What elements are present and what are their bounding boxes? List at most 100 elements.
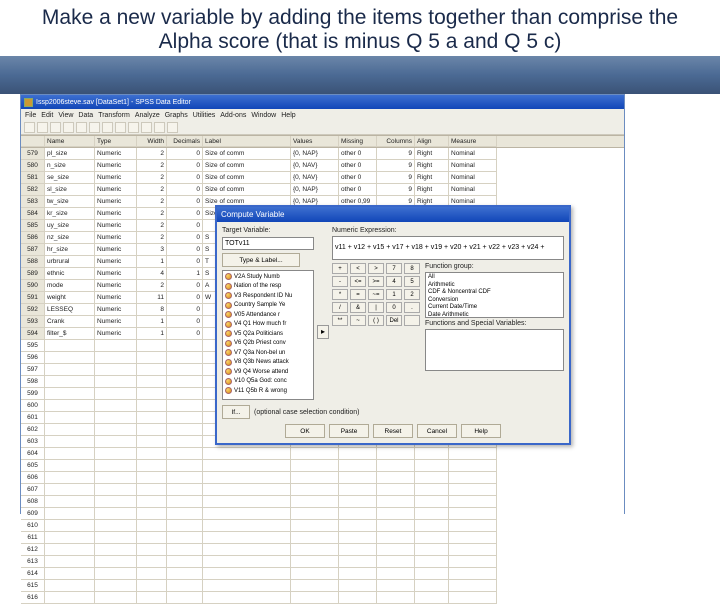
table-row[interactable]: 611 (21, 532, 624, 544)
cell-width[interactable]: 2 (137, 280, 167, 292)
cell-type[interactable]: Numeric (95, 208, 137, 220)
function-group-item[interactable]: Arithmetic (428, 282, 561, 290)
cell-name[interactable]: LESSEQ (45, 304, 95, 316)
keypad-button[interactable]: <= (350, 276, 366, 287)
keypad-button[interactable]: * (332, 289, 348, 300)
cell-measure[interactable]: Nominal (449, 172, 497, 184)
help-button[interactable]: Help (461, 424, 501, 438)
keypad-button[interactable]: 2 (404, 289, 420, 300)
numeric-expression-field[interactable]: v11 + v12 + v15 + v17 + v18 + v19 + v20 … (332, 236, 564, 260)
toolbar-button[interactable] (50, 122, 61, 133)
table-row[interactable]: 610 (21, 520, 624, 532)
cell-name[interactable]: ethnic (45, 268, 95, 280)
keypad-button[interactable]: 0 (386, 302, 402, 313)
cell-name[interactable]: uy_size (45, 220, 95, 232)
col-missing[interactable]: Missing (339, 136, 377, 147)
keypad-button[interactable]: > (368, 263, 384, 274)
cell-name[interactable]: se_size (45, 172, 95, 184)
cell-width[interactable]: 1 (137, 256, 167, 268)
col-name[interactable]: Name (45, 136, 95, 147)
menu-graphs[interactable]: Graphs (165, 112, 188, 119)
function-group-item[interactable]: Date Arithmetic (428, 312, 561, 319)
menu-edit[interactable]: Edit (41, 112, 53, 119)
toolbar-button[interactable] (89, 122, 100, 133)
cell-width[interactable]: 3 (137, 244, 167, 256)
cell-decimals[interactable]: 0 (167, 292, 203, 304)
cell-decimals[interactable]: 0 (167, 196, 203, 208)
toolbar-button[interactable] (128, 122, 139, 133)
keypad-button[interactable]: . (404, 302, 420, 313)
cell-label[interactable]: Size of comm (203, 160, 291, 172)
cell-measure[interactable]: Nominal (449, 160, 497, 172)
cell-type[interactable]: Numeric (95, 160, 137, 172)
cell-name[interactable]: n_size (45, 160, 95, 172)
cell-missing[interactable]: other 0 (339, 160, 377, 172)
table-row[interactable]: 608 (21, 496, 624, 508)
table-row[interactable]: 609 (21, 508, 624, 520)
menu-help[interactable]: Help (281, 112, 295, 119)
table-row[interactable]: 604 (21, 448, 624, 460)
table-row[interactable]: 616 (21, 592, 624, 604)
keypad-button[interactable]: Del (386, 315, 402, 326)
cell-width[interactable]: 1 (137, 328, 167, 340)
cell-decimals[interactable]: 0 (167, 172, 203, 184)
cell-type[interactable]: Numeric (95, 220, 137, 232)
col-width[interactable]: Width (137, 136, 167, 147)
keypad-button[interactable]: 4 (386, 276, 402, 287)
variable-item[interactable]: V4 Q1 How much fr (223, 320, 313, 330)
toolbar-button[interactable] (141, 122, 152, 133)
cell-measure[interactable]: Nominal (449, 148, 497, 160)
keypad-button[interactable]: - (332, 276, 348, 287)
variable-item[interactable]: V6 Q2b Priest conv (223, 339, 313, 349)
col-columns[interactable]: Columns (377, 136, 415, 147)
cell-decimals[interactable]: 0 (167, 304, 203, 316)
cell-decimals[interactable]: 0 (167, 160, 203, 172)
cell-missing[interactable]: other 0 (339, 148, 377, 160)
cell-width[interactable]: 2 (137, 172, 167, 184)
functions-special-list[interactable] (425, 329, 564, 371)
col-decimals[interactable]: Decimals (167, 136, 203, 147)
cell-name[interactable]: mode (45, 280, 95, 292)
table-row[interactable]: 615 (21, 580, 624, 592)
cell-width[interactable]: 2 (137, 232, 167, 244)
cell-decimals[interactable]: 0 (167, 148, 203, 160)
keypad-button[interactable]: ( ) (368, 315, 384, 326)
table-row[interactable]: 579pl_sizeNumeric20Size of comm{0, NAP}o… (21, 148, 624, 160)
cell-decimals[interactable]: 0 (167, 280, 203, 292)
cell-name[interactable]: Crank (45, 316, 95, 328)
cell-columns[interactable]: 9 (377, 172, 415, 184)
menu-view[interactable]: View (58, 112, 73, 119)
cell-columns[interactable]: 9 (377, 160, 415, 172)
keypad-button[interactable]: ** (332, 315, 348, 326)
cell-type[interactable]: Numeric (95, 328, 137, 340)
table-row[interactable]: 581se_sizeNumeric20Size of comm{0, NAV}o… (21, 172, 624, 184)
cell-decimals[interactable]: 0 (167, 244, 203, 256)
cancel-button[interactable]: Cancel (417, 424, 457, 438)
variable-item[interactable]: V7 Q3a Non-bel un (223, 348, 313, 358)
keypad-button[interactable]: / (332, 302, 348, 313)
keypad-button[interactable]: 5 (404, 276, 420, 287)
cell-decimals[interactable]: 0 (167, 316, 203, 328)
cell-width[interactable]: 2 (137, 220, 167, 232)
variable-item[interactable]: V11 Q5b R & wrong (223, 386, 313, 396)
cell-type[interactable]: Numeric (95, 232, 137, 244)
cell-type[interactable]: Numeric (95, 184, 137, 196)
table-row[interactable]: 612 (21, 544, 624, 556)
toolbar-button[interactable] (167, 122, 178, 133)
cell-width[interactable]: 11 (137, 292, 167, 304)
cell-name[interactable]: nz_size (45, 232, 95, 244)
variable-item[interactable]: V5 Q2a Politicians (223, 329, 313, 339)
cell-columns[interactable]: 9 (377, 148, 415, 160)
cell-label[interactable]: Size of comm (203, 184, 291, 196)
cell-align[interactable]: Right (415, 160, 449, 172)
variable-list[interactable]: V2A Study NumbNation of the respV3 Respo… (222, 270, 314, 400)
keypad-button[interactable]: < (350, 263, 366, 274)
cell-label[interactable]: Size of comm (203, 148, 291, 160)
cell-label[interactable]: Size of comm (203, 172, 291, 184)
cell-align[interactable]: Right (415, 172, 449, 184)
cell-name[interactable]: urbrural (45, 256, 95, 268)
cell-width[interactable]: 2 (137, 160, 167, 172)
cell-columns[interactable]: 9 (377, 184, 415, 196)
cell-type[interactable]: Numeric (95, 316, 137, 328)
cell-decimals[interactable]: 0 (167, 208, 203, 220)
